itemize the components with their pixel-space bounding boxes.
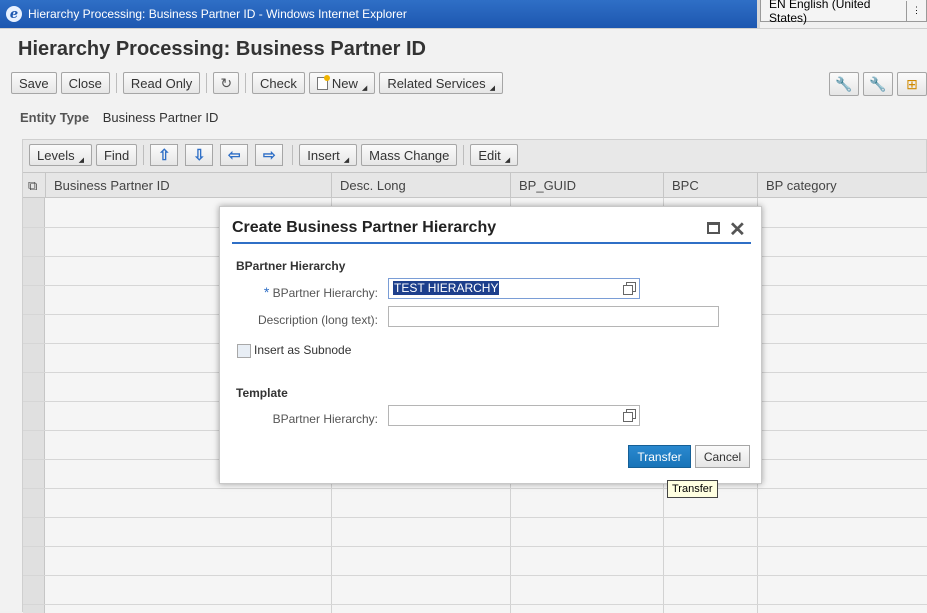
select-all-icon[interactable]: ⧉ (23, 173, 45, 199)
related-services-button[interactable]: Related Services ◢ (379, 72, 503, 94)
levels-button[interactable]: Levels ◢ (29, 144, 92, 166)
transfer-tooltip: Transfer (667, 480, 718, 498)
new-button-label: New (331, 75, 358, 91)
language-options-icon[interactable]: ⋮ (906, 0, 926, 21)
column-business-partner-id[interactable]: Business Partner ID (45, 173, 331, 199)
hierarchy-icon[interactable]: ⊞ (897, 72, 927, 96)
toolbar-separator (463, 145, 465, 165)
table-toolbar: Levels ◢ Find ⇧ ⇩ ⇦ ⇨ Insert ◢ Mass Chan… (29, 143, 522, 167)
save-button[interactable]: Save (11, 72, 57, 94)
template-field-label: BPartner Hierarchy: (272, 412, 378, 426)
toolbar-separator (292, 145, 294, 165)
row-divider (23, 575, 927, 576)
section-bpartner-hierarchy: BPartner Hierarchy (236, 259, 346, 273)
menu-arrow-icon: ◢ (78, 157, 84, 164)
internet-explorer-icon: e (6, 6, 22, 22)
transfer-button[interactable]: Transfer (628, 445, 691, 468)
menu-arrow-icon: ◢ (489, 85, 495, 92)
entity-type-row: Entity Type Business Partner ID (20, 110, 218, 125)
refresh-button[interactable]: ↻ (213, 72, 240, 94)
toolbar-separator (143, 145, 145, 165)
wrench-icon[interactable]: 🔧 (829, 72, 859, 96)
settings-disabled-icon[interactable]: 🔧 (863, 72, 893, 96)
entity-type-value: Business Partner ID (102, 110, 219, 125)
toolbar-separator (115, 73, 117, 93)
create-hierarchy-dialog: Create Business Partner Hierarchy ✕ BPar… (219, 206, 762, 484)
new-document-icon (316, 74, 330, 90)
menu-arrow-icon: ◢ (343, 157, 350, 164)
column-desc-long[interactable]: Desc. Long (331, 173, 510, 199)
main-toolbar: Save Close Read Only ↻ Check New ◢ Relat… (11, 72, 507, 94)
column-bpc[interactable]: BPC (663, 173, 757, 199)
row-divider (23, 488, 927, 489)
edit-label: Edit (478, 147, 501, 163)
close-icon[interactable]: ✕ (729, 217, 746, 242)
toolbar-separator (245, 73, 247, 93)
menu-arrow-icon: ◢ (504, 157, 511, 164)
table-header: ⧉ Business Partner ID Desc. Long BP_GUID… (23, 172, 927, 199)
row-divider (23, 546, 927, 547)
insert-button[interactable]: Insert ◢ (299, 144, 358, 166)
new-button[interactable]: New ◢ (308, 72, 376, 94)
cancel-button[interactable]: Cancel (695, 445, 750, 468)
column-bp-guid[interactable]: BP_GUID (510, 173, 663, 199)
refresh-icon: ↻ (220, 74, 233, 91)
row-divider (23, 517, 927, 518)
move-down-icon[interactable]: ⇩ (185, 144, 214, 166)
toolbar-separator (206, 73, 208, 93)
find-button[interactable]: Find (95, 144, 138, 166)
description-input[interactable] (388, 306, 719, 327)
insert-as-subnode-checkbox[interactable] (237, 344, 251, 358)
check-button[interactable]: Check (252, 72, 305, 94)
move-left-icon[interactable]: ⇦ (220, 144, 249, 166)
required-marker: * (263, 284, 270, 300)
insert-as-subnode-label: Insert as Subnode (254, 343, 352, 357)
levels-label: Levels (37, 147, 75, 163)
menu-arrow-icon: ◢ (361, 85, 368, 92)
maximize-icon[interactable] (707, 222, 720, 234)
hierarchy-input-value: TEST HIERARCHY (393, 281, 500, 295)
row-divider (23, 604, 927, 605)
value-help-icon[interactable] (623, 282, 636, 295)
personalization-tools: 🔧 🔧 ⊞ (825, 72, 927, 96)
edit-button[interactable]: Edit ◢ (470, 144, 519, 166)
move-right-icon[interactable]: ⇨ (255, 144, 284, 166)
read-only-button[interactable]: Read Only (122, 72, 201, 94)
hierarchy-label-row: * BPartner Hierarchy: (260, 284, 378, 300)
dialog-title-underline (232, 242, 751, 244)
value-help-icon[interactable] (623, 409, 636, 422)
mass-change-button[interactable]: Mass Change (361, 144, 458, 166)
move-up-icon[interactable]: ⇧ (150, 144, 179, 166)
window-titlebar: e Hierarchy Processing: Business Partner… (0, 0, 757, 28)
section-template: Template (236, 386, 288, 400)
entity-type-label: Entity Type (20, 110, 90, 125)
dialog-title: Create Business Partner Hierarchy (232, 219, 497, 236)
description-field-label: Description (long text): (257, 313, 378, 327)
related-services-label: Related Services (387, 75, 486, 91)
hierarchy-input[interactable]: TEST HIERARCHY (388, 278, 640, 299)
insert-label: Insert (307, 147, 340, 163)
column-bp-category[interactable]: BP category (757, 173, 927, 199)
page-title: Hierarchy Processing: Business Partner I… (18, 38, 426, 60)
close-button[interactable]: Close (60, 72, 110, 94)
language-bar[interactable]: EN English (United States) ⋮ (760, 0, 927, 25)
language-label: EN English (United States) (769, 0, 871, 25)
hierarchy-field-label: BPartner Hierarchy: (272, 286, 378, 300)
template-hierarchy-input[interactable] (388, 405, 640, 426)
window-title: Hierarchy Processing: Business Partner I… (28, 7, 407, 21)
row-selector-column[interactable] (23, 198, 45, 613)
